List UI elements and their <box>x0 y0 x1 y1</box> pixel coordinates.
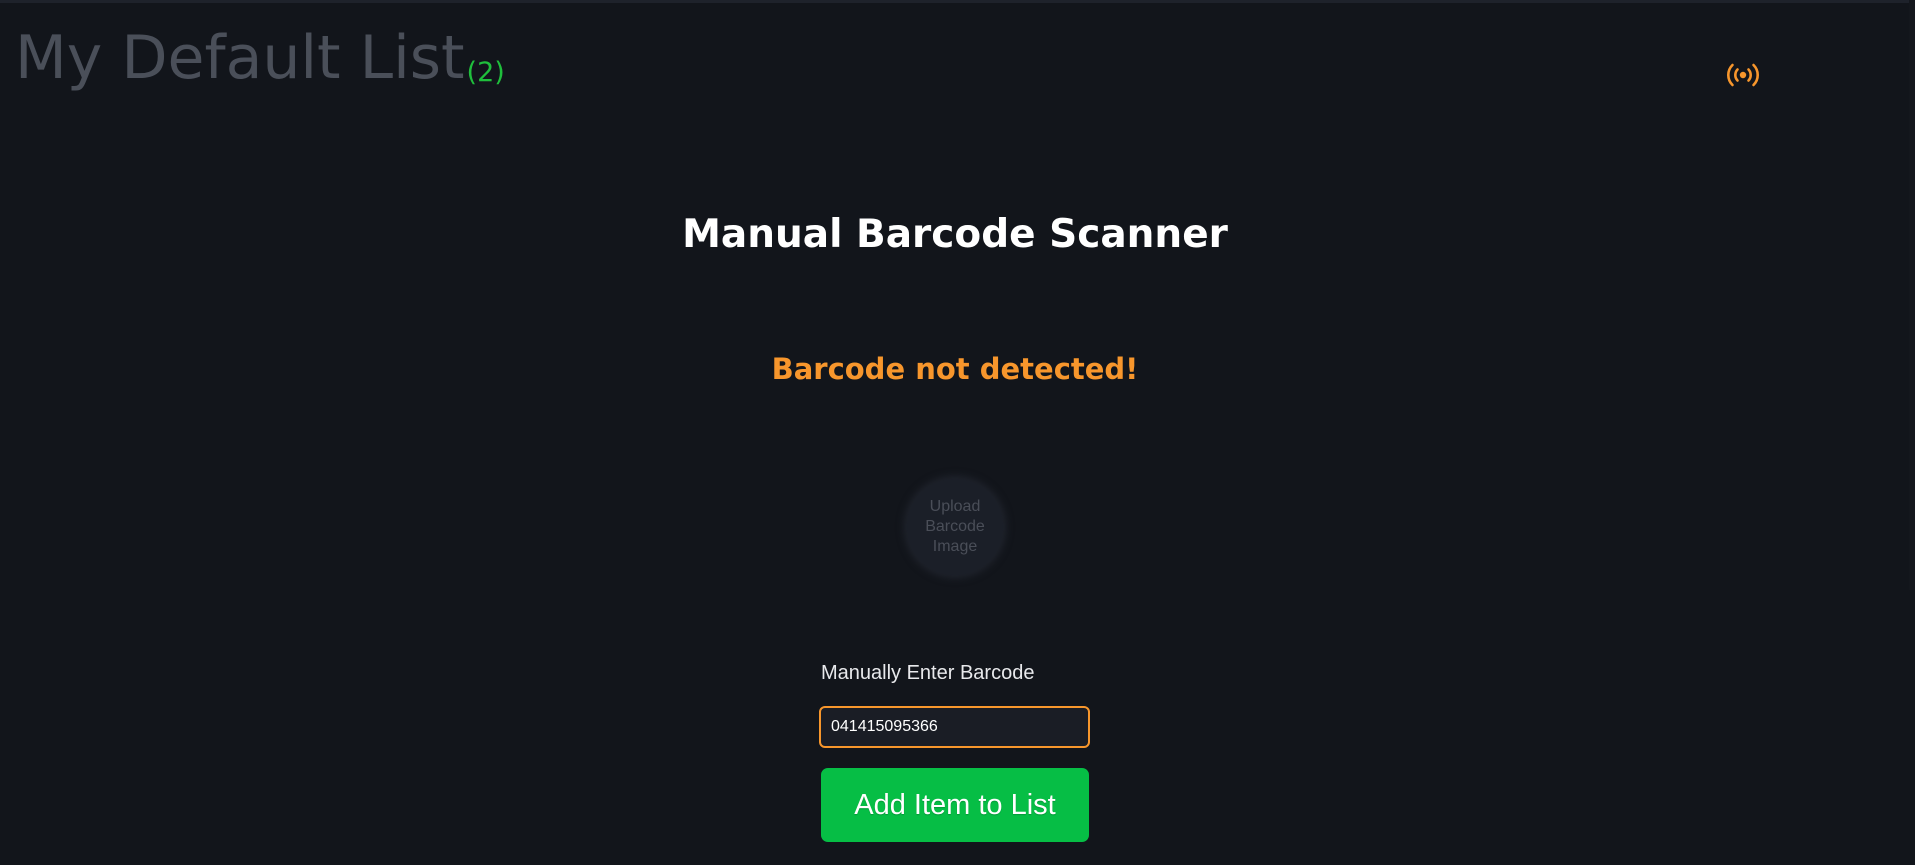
list-header: My Default List (2) <box>15 22 505 94</box>
list-item-count: (2) <box>466 57 505 88</box>
status-message: Barcode not detected! <box>771 352 1139 386</box>
scrollbar[interactable] <box>1907 0 1915 865</box>
broadcast-signal-button[interactable] <box>1721 58 1765 92</box>
manual-barcode-label: Manually Enter Barcode <box>821 662 1035 684</box>
list-title[interactable]: My Default List <box>15 22 465 94</box>
top-border <box>0 0 1915 3</box>
scrollbar-thumb[interactable] <box>1909 0 1915 590</box>
barcode-input[interactable] <box>819 706 1090 748</box>
upload-barcode-label: Upload Barcode Image <box>925 498 985 555</box>
add-item-button[interactable]: Add Item to List <box>821 768 1089 842</box>
upload-barcode-image-button[interactable]: Upload Barcode Image <box>907 479 1003 575</box>
page-title: Manual Barcode Scanner <box>682 212 1228 257</box>
broadcast-signal-icon <box>1727 63 1759 87</box>
